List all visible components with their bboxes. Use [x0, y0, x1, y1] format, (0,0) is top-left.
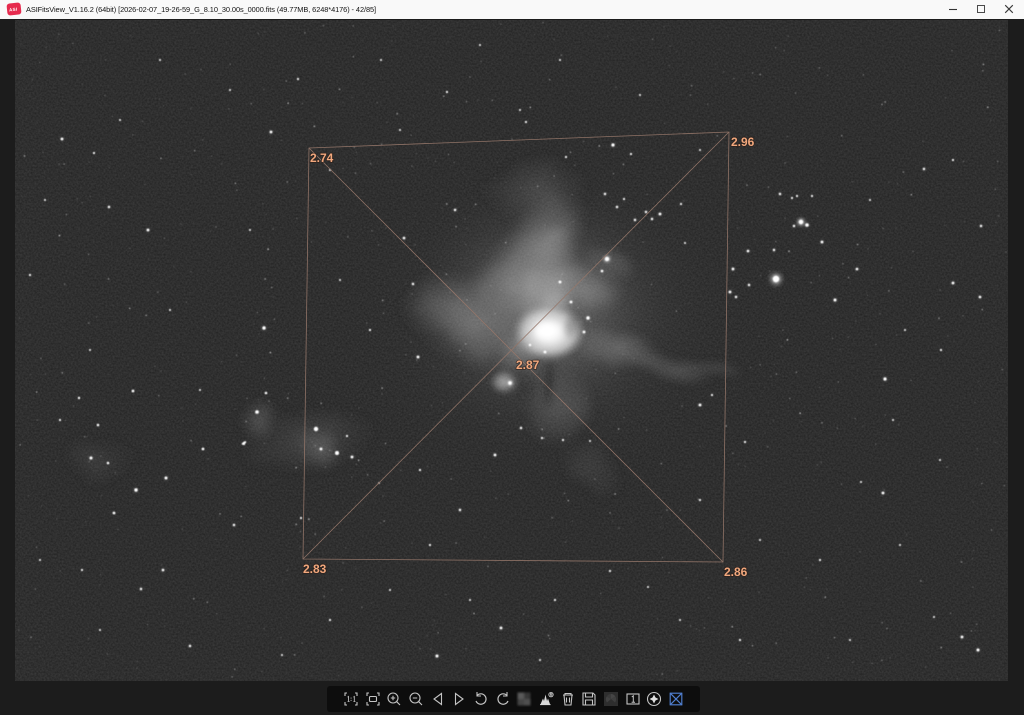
svg-text:2.83: 2.83	[303, 562, 327, 576]
svg-text:2.86: 2.86	[724, 565, 748, 579]
svg-text:2.74: 2.74	[310, 151, 334, 165]
svg-text:2.96: 2.96	[731, 135, 755, 149]
svg-text:2.87: 2.87	[516, 358, 540, 372]
